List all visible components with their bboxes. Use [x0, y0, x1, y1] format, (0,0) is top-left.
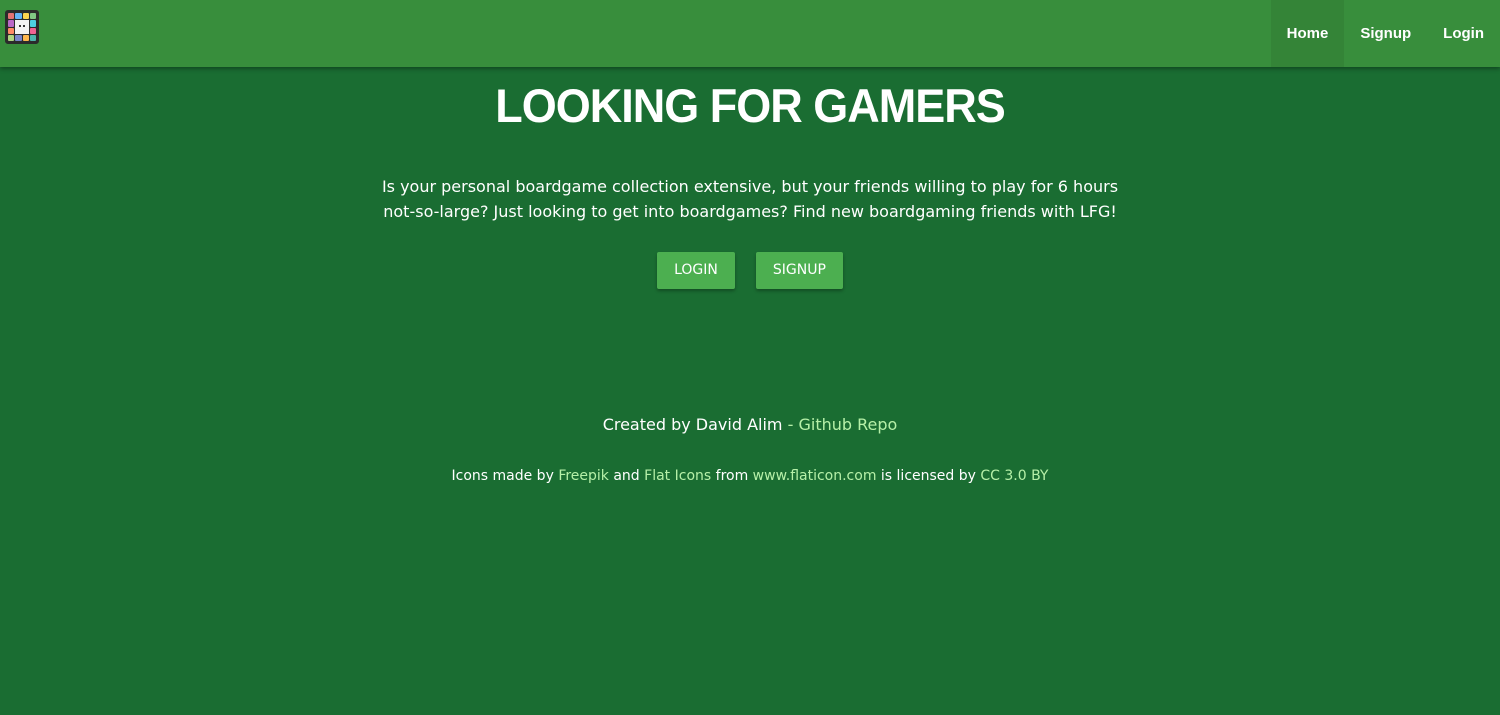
intro-text: Is your personal boardgame collection ex…: [381, 177, 1119, 221]
github-repo-link[interactable]: Github Repo: [798, 415, 897, 434]
icon-credits-line: Icons made by Freepik and Flat Icons fro…: [0, 466, 1500, 486]
licensed-text: is licensed by: [876, 468, 981, 484]
page-title: LOOKING FOR GAMERS: [495, 78, 1006, 133]
nav-home-link[interactable]: Home: [1270, 0, 1345, 67]
nav-links: Home Signup Login: [1270, 0, 1500, 67]
and-text: and: [608, 468, 645, 484]
signup-button[interactable]: SIGNUP: [755, 252, 843, 289]
cta-buttons: LOGIN SIGNUP: [0, 252, 1500, 289]
login-button[interactable]: LOGIN: [657, 252, 735, 289]
created-by-line: Created by David Alim - Github Repo: [0, 414, 1500, 436]
from-text: from: [711, 468, 753, 484]
credits-prefix-text: Icons made by: [451, 468, 559, 484]
top-navbar: Home Signup Login: [0, 0, 1500, 67]
separator-text: -: [782, 415, 799, 434]
nav-login-link[interactable]: Login: [1427, 0, 1500, 67]
created-by-text: Created by David Alim: [602, 415, 783, 434]
flat-icons-link[interactable]: Flat Icons: [644, 468, 711, 484]
flaticon-site-link[interactable]: www.flaticon.com: [753, 468, 877, 484]
license-link[interactable]: CC 3.0 BY: [980, 468, 1048, 484]
freepik-link[interactable]: Freepik: [558, 468, 609, 484]
board-grid-logo-icon[interactable]: [5, 10, 39, 44]
nav-signup-link[interactable]: Signup: [1344, 0, 1427, 67]
